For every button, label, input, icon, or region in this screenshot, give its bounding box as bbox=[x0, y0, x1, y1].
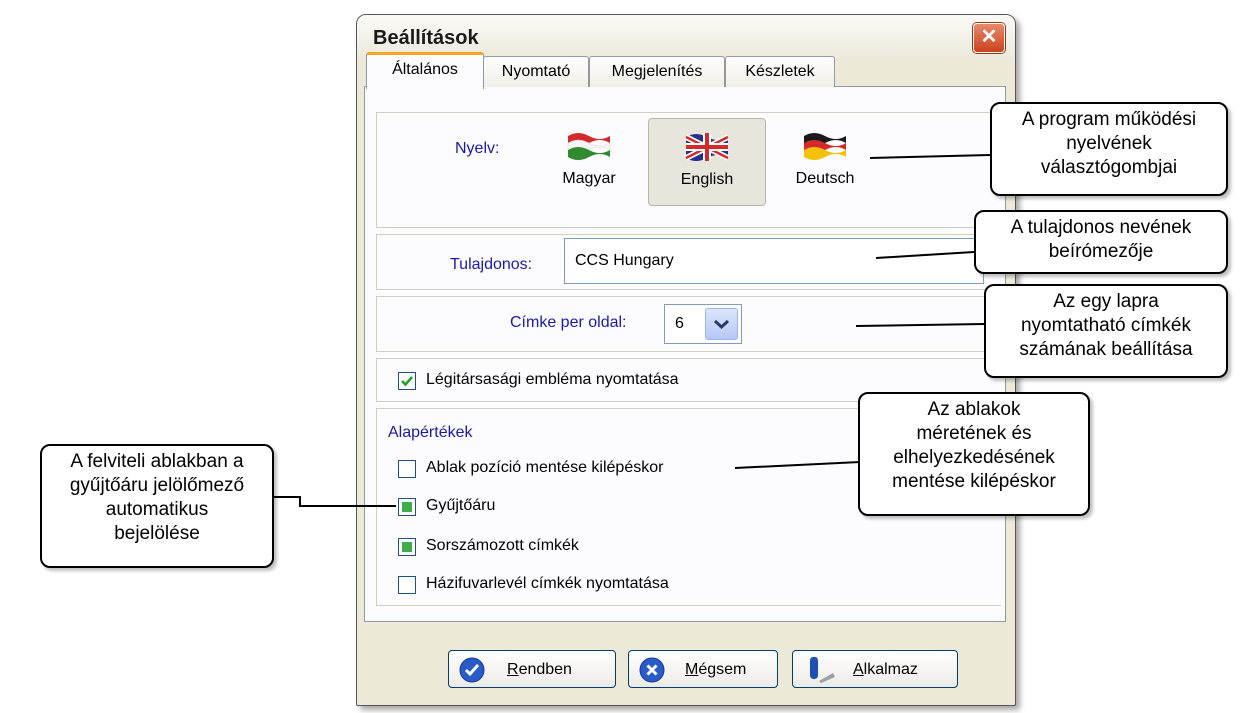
callout-window-position: Az ablakok méretének és elhelyezkedéséne… bbox=[858, 392, 1090, 516]
callout-labels-line: Az egy lapra bbox=[1053, 291, 1159, 312]
callout-window-line: Az ablakok bbox=[927, 399, 1021, 420]
callout-consolidated-line: gyűjtőáru jelölőmező bbox=[69, 475, 245, 496]
callout-window-line: mentése kilépéskor bbox=[892, 471, 1056, 492]
callout-owner-line: beírómezője bbox=[1048, 241, 1154, 262]
tab-general[interactable]: Általános bbox=[366, 52, 484, 89]
callout-language-line: A program működési bbox=[1021, 109, 1197, 130]
callout-window-line: elhelyezkedésének bbox=[893, 447, 1055, 468]
callout-window-line: méretének és bbox=[916, 423, 1032, 444]
callout-consolidated-line: bejelölése bbox=[114, 523, 200, 544]
callout-labels-line: számának beállítása bbox=[1019, 339, 1193, 360]
callout-labels-line: nyomtatható címkék bbox=[1020, 315, 1192, 336]
callout-language-line: választógombjai bbox=[1040, 157, 1178, 178]
callout-language: A program működési nyelvének választógom… bbox=[990, 102, 1228, 196]
callout-owner-line: A tulajdonos nevének bbox=[1010, 217, 1192, 238]
callout-consolidated-line: automatikus bbox=[105, 499, 209, 520]
callout-consolidated-cargo: A felviteli ablakban a gyűjtőáru jelölőm… bbox=[40, 444, 274, 568]
callout-language-line: nyelvének bbox=[1066, 133, 1152, 154]
callout-consolidated-line: A felviteli ablakban a bbox=[70, 451, 244, 472]
callout-owner: A tulajdonos nevének beírómezője bbox=[974, 210, 1228, 274]
callout-labels-per-page: Az egy lapra nyomtatható címkék számának… bbox=[984, 284, 1228, 378]
